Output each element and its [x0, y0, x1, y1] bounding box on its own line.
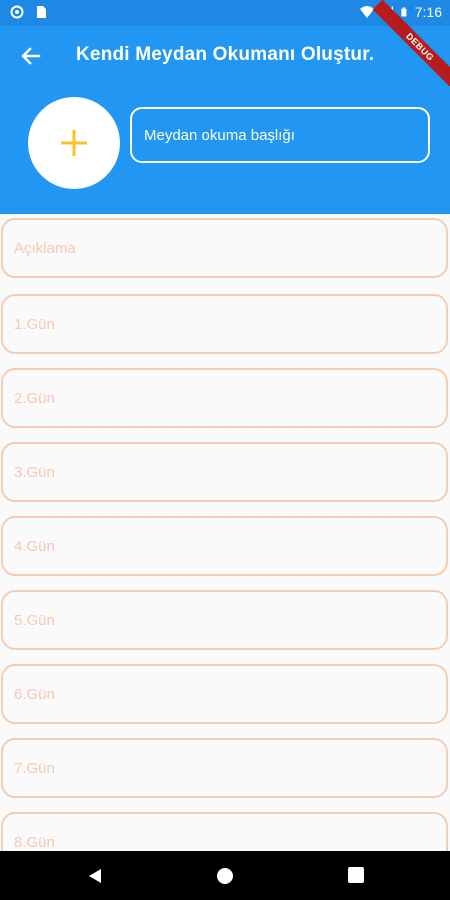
nav-recent-apps-icon[interactable] — [348, 867, 364, 883]
circle-icon — [10, 5, 24, 19]
day-2-field[interactable]: 2.Gün — [1, 368, 448, 428]
day-5-field[interactable]: 5.Gün — [1, 590, 448, 650]
add-image-button[interactable] — [28, 97, 120, 189]
battery-icon — [401, 7, 407, 17]
sim-icon — [37, 6, 46, 18]
challenge-title-field[interactable]: Meydan okuma başlığı — [130, 107, 430, 163]
status-time: 7:16 — [414, 4, 442, 20]
description-field[interactable]: Açıklama — [1, 218, 448, 278]
day-1-field[interactable]: 1.Gün — [1, 294, 448, 354]
day-4-field[interactable]: 4.Gün — [1, 516, 448, 576]
nav-home-icon[interactable] — [216, 867, 234, 885]
challenge-header: Meydan okuma başlığı — [0, 86, 450, 214]
navigation-bar — [0, 851, 450, 900]
plus-icon — [61, 130, 87, 156]
wifi-icon — [359, 6, 374, 18]
day-6-field[interactable]: 6.Gün — [1, 664, 448, 724]
page-title: Kendi Meydan Okumanı Oluştur. — [76, 44, 375, 65]
back-arrow-icon[interactable] — [18, 43, 44, 69]
day-7-field[interactable]: 7.Gün — [1, 738, 448, 798]
app-bar: Kendi Meydan Okumanı Oluştur. DEBUG — [0, 0, 450, 95]
nav-back-icon[interactable] — [86, 867, 104, 885]
day-3-field[interactable]: 3.Gün — [1, 442, 448, 502]
status-left-icons — [10, 5, 48, 19]
